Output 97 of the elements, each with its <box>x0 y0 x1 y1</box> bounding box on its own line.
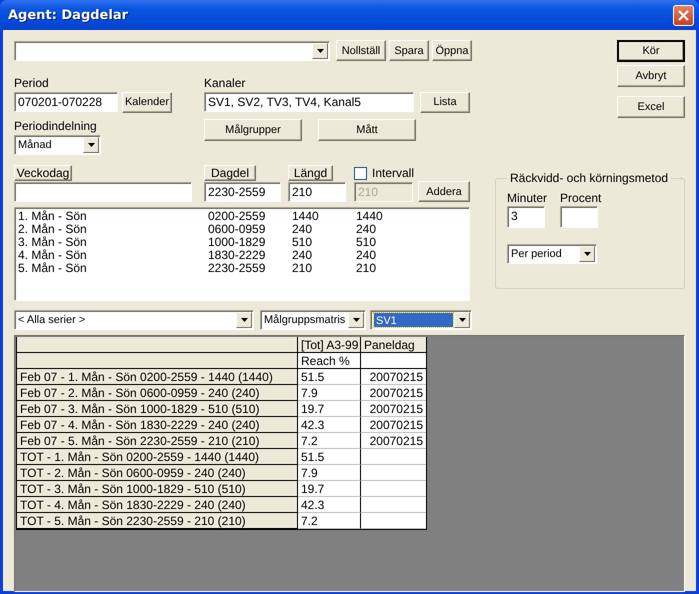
table-cell: 51.5 <box>298 369 361 385</box>
list-cell[interactable]: 2230-2559 <box>208 262 292 275</box>
dropdown-arrow-button[interactable] <box>348 312 364 328</box>
caret-icon <box>458 318 466 322</box>
table-cell: 19.7 <box>298 481 361 497</box>
group-title: Räckvidd- och körningsmetod <box>509 171 670 185</box>
dropdown-arrow-button[interactable] <box>236 312 252 328</box>
period-division-dropdown[interactable]: Månad <box>14 135 101 155</box>
list-cell[interactable]: 210 <box>292 262 356 275</box>
action-button[interactable]: Excel <box>617 96 685 118</box>
field-label: Periodindelning <box>14 119 98 133</box>
filter-dropdown[interactable]: Målgruppsmatris <box>260 310 366 330</box>
length-field[interactable]: 210 <box>288 182 346 202</box>
preset-dropdown[interactable] <box>14 40 330 60</box>
action-button[interactable]: Kör <box>617 40 685 62</box>
caret-icon <box>88 143 94 147</box>
row-header: TOT - 2. Mån - Sön 0600-0959 - 240 (240) <box>17 465 298 481</box>
table-cell: 20070215 <box>361 417 426 433</box>
toolbar-button[interactable]: Nollställ <box>336 40 386 61</box>
table-cell: 42.3 <box>298 497 361 513</box>
weekday-field[interactable] <box>14 182 192 202</box>
mid-button[interactable]: Mått <box>318 119 416 141</box>
dropdown-arrow-button[interactable] <box>312 42 328 58</box>
filter-dropdown[interactable]: < Alla serier > <box>14 310 254 330</box>
minutes-field[interactable]: 3 <box>507 206 545 228</box>
toolbar-button[interactable]: Öppna <box>432 40 472 61</box>
caret-icon <box>240 318 248 322</box>
list-cell[interactable]: 240 <box>292 223 356 236</box>
row-header: Feb 07 - 1. Mån - Sön 0200-2559 - 1440 (1440) <box>17 369 298 385</box>
daypart-field[interactable]: 2230-2559 <box>204 182 281 202</box>
row-header: TOT - 5. Mån - Sön 2230-2559 - 210 (210) <box>17 513 298 529</box>
checkbox-label: Intervall <box>372 166 414 180</box>
column-header-button[interactable]: Längd <box>288 165 333 181</box>
add-button[interactable]: Addera <box>418 181 470 202</box>
list-cell[interactable]: 1440 <box>292 210 356 223</box>
list-cell[interactable]: 4. Mån - Sön <box>18 249 208 262</box>
list-cell[interactable]: 510 <box>356 236 416 249</box>
list-cell[interactable]: 0200-2559 <box>208 210 292 223</box>
field-label: Period <box>14 76 50 90</box>
table-cell: 7.9 <box>298 385 361 401</box>
row-header: TOT - 4. Mån - Sön 1830-2229 - 240 (240) <box>17 497 298 513</box>
percent-field[interactable] <box>560 206 598 228</box>
column-header-button[interactable]: Dagdel <box>204 165 256 181</box>
caret-icon <box>352 318 360 322</box>
list-cell[interactable]: 240 <box>356 249 416 262</box>
list-cell[interactable]: 210 <box>356 262 416 275</box>
row-header: Feb 07 - 3. Mån - Sön 1000-1829 - 510 (510) <box>17 401 298 417</box>
list-button[interactable]: Lista <box>420 92 470 112</box>
row-header: TOT - 3. Mån - Sön 1000-1829 - 510 (510) <box>17 481 298 497</box>
table-cell: 42.3 <box>298 417 361 433</box>
row-header: Feb 07 - 4. Mån - Sön 1830-2229 - 240 (240) <box>17 417 298 433</box>
column-subheader: Reach % <box>298 353 361 369</box>
list-cell[interactable]: 5. Mån - Sön <box>18 262 208 275</box>
list-cell[interactable]: 240 <box>292 249 356 262</box>
method-dropdown[interactable]: Per period <box>507 244 597 264</box>
dropdown-arrow-button[interactable] <box>579 246 595 262</box>
column-header-button[interactable]: Veckodag <box>14 165 72 181</box>
period-field[interactable]: 070201-070228 <box>14 92 118 112</box>
table-cell: 20070215 <box>361 401 426 417</box>
list-cell[interactable]: 1000-1829 <box>208 236 292 249</box>
list-cell[interactable]: 0600-0959 <box>208 223 292 236</box>
dropdown-arrow-button[interactable] <box>454 312 470 328</box>
channels-field[interactable]: SV1, SV2, TV3, TV4, Kanal5 <box>204 92 414 112</box>
table-cell: 51.5 <box>298 449 361 465</box>
close-icon <box>678 10 689 20</box>
close-button[interactable] <box>673 4 694 26</box>
column-header: [Tot] A3-99 <box>298 337 361 353</box>
caret-icon <box>584 252 590 256</box>
table-cell: 19.7 <box>298 401 361 417</box>
column-header: Paneldag <box>361 337 426 353</box>
list-cell[interactable]: 1440 <box>356 210 416 223</box>
field-label: Minuter <box>507 191 548 205</box>
toolbar-button[interactable]: Spara <box>389 40 429 61</box>
field-label: Kanaler <box>204 76 246 90</box>
mid-button[interactable]: Målgrupper <box>204 119 302 141</box>
table-cell: 7.9 <box>298 465 361 481</box>
calendar-button[interactable]: Kalender <box>122 92 172 112</box>
list-cell[interactable]: 3. Mån - Sön <box>18 236 208 249</box>
row-header: TOT - 1. Mån - Sön 0200-2559 - 1440 (1440) <box>17 449 298 465</box>
row-header: Feb 07 - 5. Mån - Sön 2230-2559 - 210 (210) <box>17 433 298 449</box>
dropdown-arrow-button[interactable] <box>83 137 99 153</box>
list-cell[interactable]: 2. Mån - Sön <box>18 223 208 236</box>
list-cell[interactable]: 1. Mån - Sön <box>18 210 208 223</box>
list-cell[interactable]: 510 <box>292 236 356 249</box>
window-title: Agent: Dagdelar <box>8 8 130 22</box>
table-cell: 7.2 <box>298 433 361 449</box>
caret-icon <box>316 48 324 52</box>
list-cell[interactable]: 1830-2229 <box>208 249 292 262</box>
field-label: Procent <box>560 191 602 205</box>
action-button[interactable]: Avbryt <box>617 65 685 87</box>
table-cell: 7.2 <box>298 513 361 529</box>
table-cell: 20070215 <box>361 385 426 401</box>
table-cell: 20070215 <box>361 433 426 449</box>
list-cell[interactable]: 240 <box>356 223 416 236</box>
table-cell: 20070215 <box>361 369 426 385</box>
filter-dropdown[interactable]: SV1 <box>370 310 472 330</box>
row-header: Feb 07 - 2. Mån - Sön 0600-0959 - 240 (240) <box>17 385 298 401</box>
